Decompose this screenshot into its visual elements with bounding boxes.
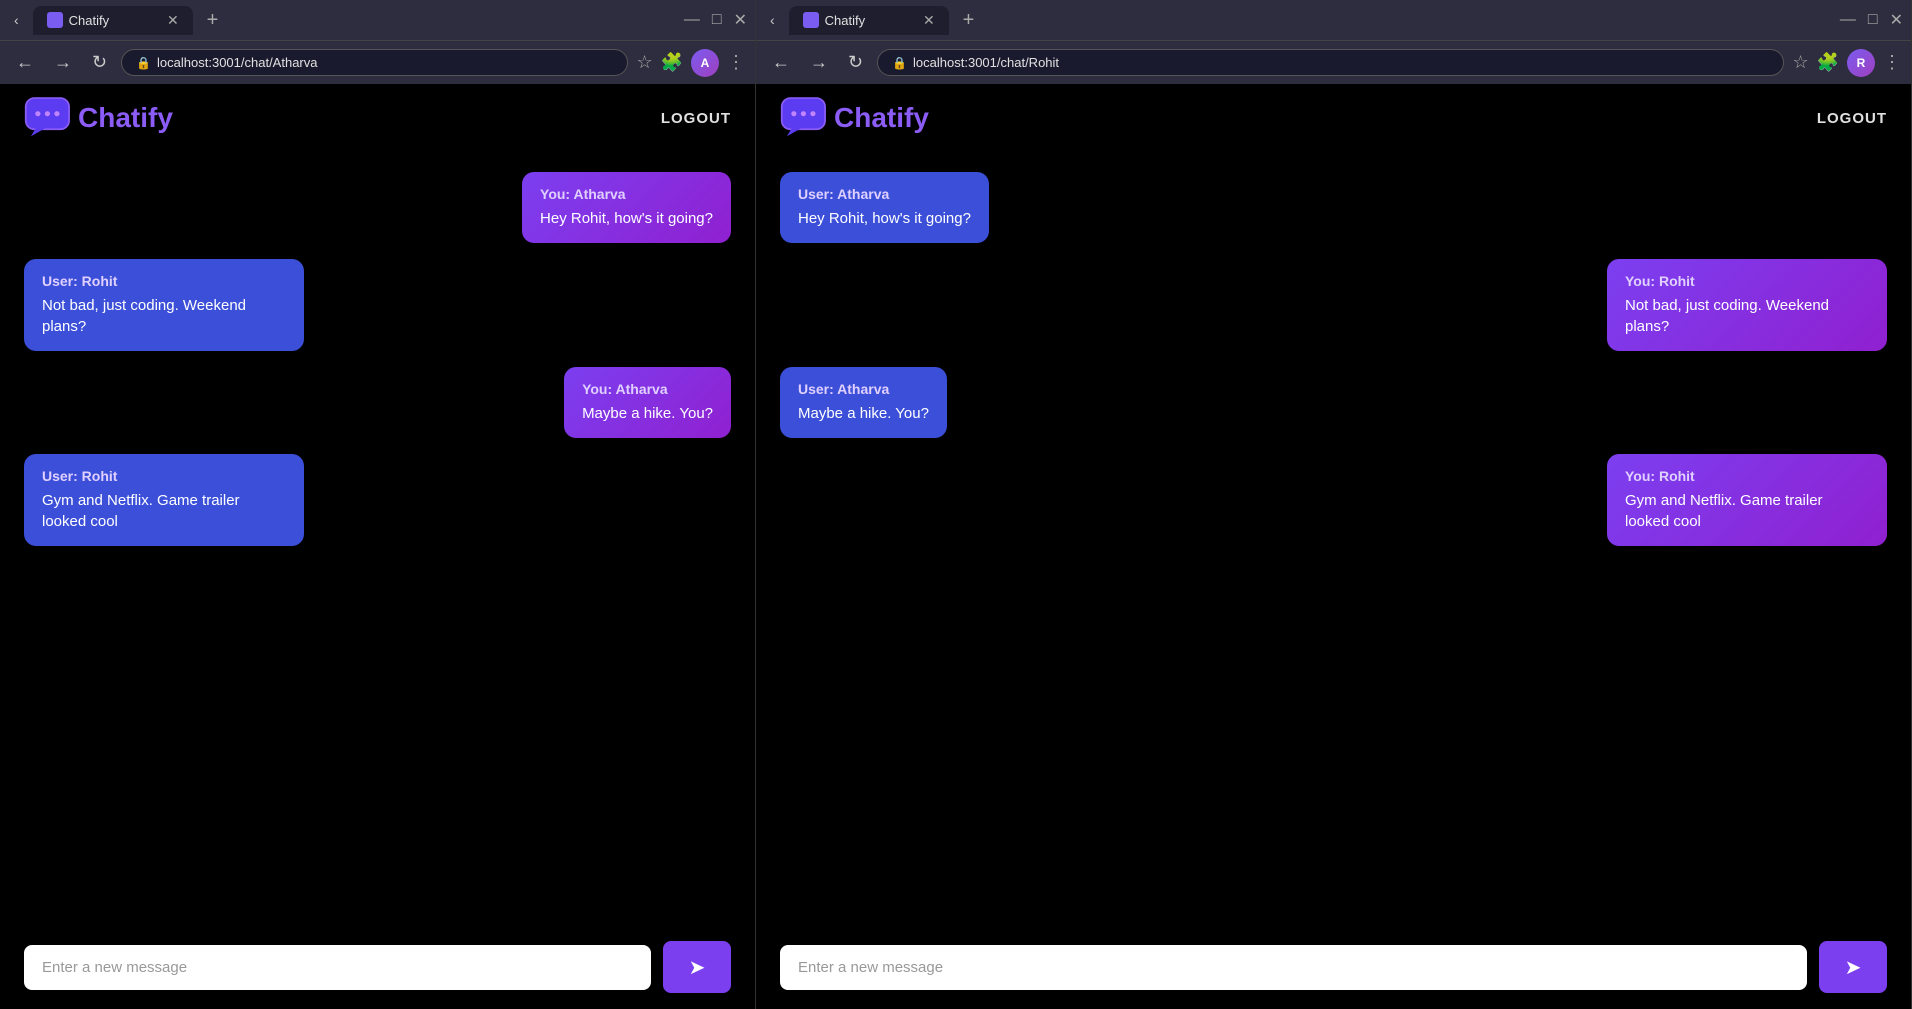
message-text-right-4: Gym and Netflix. Game trailer looked coo… bbox=[1625, 490, 1869, 532]
address-bar-left[interactable]: 🔒 localhost:3001/chat/Atharva bbox=[121, 49, 628, 76]
tab-label-right: Chatify bbox=[825, 13, 865, 28]
send-icon-right: ➤ bbox=[1845, 955, 1862, 980]
send-button-right[interactable]: ➤ bbox=[1819, 941, 1887, 993]
close-btn-right[interactable]: ✕ bbox=[1890, 10, 1903, 30]
maximize-btn-right[interactable]: □ bbox=[1868, 11, 1878, 29]
titlebar-left: ‹ Chatify ✕ + — □ ✕ bbox=[0, 0, 755, 40]
message-sender-right-3: User: Atharva bbox=[798, 381, 929, 397]
window-controls-right: — □ ✕ bbox=[1840, 10, 1903, 30]
browser-tab-right[interactable]: Chatify ✕ bbox=[789, 6, 949, 35]
menu-icon-left[interactable]: ⋮ bbox=[727, 52, 745, 73]
url-text-right: localhost:3001/chat/Rohit bbox=[913, 55, 1059, 70]
app-logo-left: Chatify bbox=[24, 96, 173, 140]
tab-favicon-right bbox=[803, 12, 819, 28]
tab-favicon-left bbox=[47, 12, 63, 28]
app-logo-right: Chatify bbox=[780, 96, 929, 140]
tab-label-left: Chatify bbox=[69, 13, 109, 28]
message-text-left-1: Hey Rohit, how's it going? bbox=[540, 208, 713, 229]
app-content-left: Chatify LOGOUT You: Atharva Hey Rohit, h… bbox=[0, 84, 755, 1009]
message-bubble-right-2: You: Rohit Not bad, just coding. Weekend… bbox=[1607, 259, 1887, 351]
send-button-left[interactable]: ➤ bbox=[663, 941, 731, 993]
chat-area-left: You: Atharva Hey Rohit, how's it going? … bbox=[0, 152, 755, 925]
message-text-left-2: Not bad, just coding. Weekend plans? bbox=[42, 295, 286, 337]
message-bubble-right-1: User: Atharva Hey Rohit, how's it going? bbox=[780, 172, 989, 243]
app-header-left: Chatify LOGOUT bbox=[0, 84, 755, 152]
new-tab-left[interactable]: + bbox=[201, 9, 225, 32]
tab-scroll-back-right[interactable]: ‹ bbox=[764, 8, 781, 32]
titlebar-right: ‹ Chatify ✕ + — □ ✕ bbox=[756, 0, 1911, 40]
input-area-left: ➤ bbox=[0, 925, 755, 1009]
forward-btn-left[interactable]: → bbox=[48, 48, 78, 77]
message-sender-left-2: User: Rohit bbox=[42, 273, 286, 289]
tab-close-right[interactable]: ✕ bbox=[923, 12, 935, 29]
profile-avatar-right[interactable]: R bbox=[1847, 49, 1875, 77]
message-bubble-left-3: You: Atharva Maybe a hike. You? bbox=[564, 367, 731, 438]
extension-icon-right[interactable]: 🧩 bbox=[1817, 52, 1839, 73]
minimize-btn-right[interactable]: — bbox=[1840, 11, 1856, 29]
star-icon-right[interactable]: ☆ bbox=[1792, 52, 1808, 73]
close-btn-left[interactable]: ✕ bbox=[734, 10, 747, 30]
app-name-left: Chatify bbox=[78, 102, 173, 134]
message-text-left-4: Gym and Netflix. Game trailer looked coo… bbox=[42, 490, 286, 532]
message-text-right-2: Not bad, just coding. Weekend plans? bbox=[1625, 295, 1869, 337]
message-bubble-left-2: User: Rohit Not bad, just coding. Weeken… bbox=[24, 259, 304, 351]
message-text-right-1: Hey Rohit, how's it going? bbox=[798, 208, 971, 229]
chat-bubble-icon-right bbox=[780, 96, 832, 140]
message-bubble-right-3: User: Atharva Maybe a hike. You? bbox=[780, 367, 947, 438]
toolbar-left: ← → ↻ 🔒 localhost:3001/chat/Atharva ☆ 🧩 … bbox=[0, 40, 755, 84]
tab-scroll-back-left[interactable]: ‹ bbox=[8, 8, 25, 32]
message-sender-left-4: User: Rohit bbox=[42, 468, 286, 484]
message-sender-right-2: You: Rohit bbox=[1625, 273, 1869, 289]
back-btn-right[interactable]: ← bbox=[766, 48, 796, 77]
extension-icon-left[interactable]: 🧩 bbox=[661, 52, 683, 73]
maximize-btn-left[interactable]: □ bbox=[712, 11, 722, 29]
message-input-left[interactable] bbox=[24, 945, 651, 990]
message-sender-left-3: You: Atharva bbox=[582, 381, 713, 397]
input-area-right: ➤ bbox=[756, 925, 1911, 1009]
message-sender-right-4: You: Rohit bbox=[1625, 468, 1869, 484]
send-icon-left: ➤ bbox=[689, 955, 706, 980]
window-controls-left: — □ ✕ bbox=[684, 10, 747, 30]
lock-icon-right: 🔒 bbox=[892, 56, 907, 70]
logout-button-right[interactable]: LOGOUT bbox=[1817, 110, 1887, 127]
menu-icon-right[interactable]: ⋮ bbox=[1883, 52, 1901, 73]
browser-tab-left[interactable]: Chatify ✕ bbox=[33, 6, 193, 35]
logout-button-left[interactable]: LOGOUT bbox=[661, 110, 731, 127]
message-bubble-right-4: You: Rohit Gym and Netflix. Game trailer… bbox=[1607, 454, 1887, 546]
lock-icon-left: 🔒 bbox=[136, 56, 151, 70]
profile-avatar-left[interactable]: A bbox=[691, 49, 719, 77]
toolbar-icons-left: ☆ 🧩 A ⋮ bbox=[636, 49, 745, 77]
message-text-right-3: Maybe a hike. You? bbox=[798, 403, 929, 424]
reload-btn-right[interactable]: ↻ bbox=[842, 48, 869, 77]
url-text-left: localhost:3001/chat/Atharva bbox=[157, 55, 317, 70]
toolbar-icons-right: ☆ 🧩 R ⋮ bbox=[1792, 49, 1901, 77]
app-name-right: Chatify bbox=[834, 102, 929, 134]
star-icon-left[interactable]: ☆ bbox=[636, 52, 652, 73]
toolbar-right: ← → ↻ 🔒 localhost:3001/chat/Rohit ☆ 🧩 R … bbox=[756, 40, 1911, 84]
new-tab-right[interactable]: + bbox=[957, 9, 981, 32]
message-sender-left-1: You: Atharva bbox=[540, 186, 713, 202]
forward-btn-right[interactable]: → bbox=[804, 48, 834, 77]
chat-bubble-icon-left bbox=[24, 96, 76, 140]
message-input-right[interactable] bbox=[780, 945, 1807, 990]
reload-btn-left[interactable]: ↻ bbox=[86, 48, 113, 77]
message-text-left-3: Maybe a hike. You? bbox=[582, 403, 713, 424]
browser-window-right: ‹ Chatify ✕ + — □ ✕ ← → ↻ 🔒 localhost:30… bbox=[756, 0, 1912, 1009]
message-bubble-left-1: You: Atharva Hey Rohit, how's it going? bbox=[522, 172, 731, 243]
app-header-right: Chatify LOGOUT bbox=[756, 84, 1911, 152]
browser-window-left: ‹ Chatify ✕ + — □ ✕ ← → ↻ 🔒 localhost:30… bbox=[0, 0, 756, 1009]
app-content-right: Chatify LOGOUT User: Atharva Hey Rohit, … bbox=[756, 84, 1911, 1009]
chat-area-right: User: Atharva Hey Rohit, how's it going?… bbox=[756, 152, 1911, 925]
address-bar-right[interactable]: 🔒 localhost:3001/chat/Rohit bbox=[877, 49, 1784, 76]
back-btn-left[interactable]: ← bbox=[10, 48, 40, 77]
message-sender-right-1: User: Atharva bbox=[798, 186, 971, 202]
tab-close-left[interactable]: ✕ bbox=[167, 12, 179, 29]
minimize-btn-left[interactable]: — bbox=[684, 11, 700, 29]
message-bubble-left-4: User: Rohit Gym and Netflix. Game traile… bbox=[24, 454, 304, 546]
